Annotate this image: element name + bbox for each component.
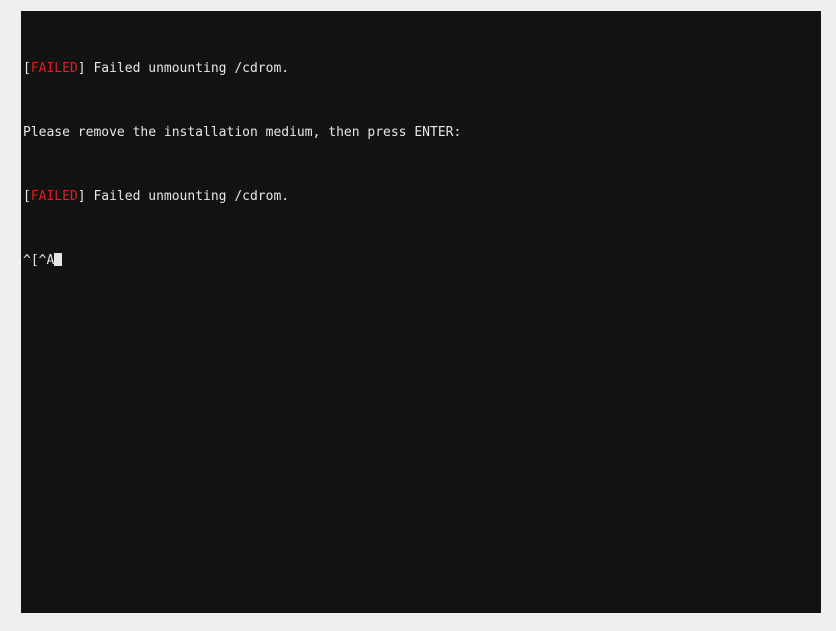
typed-control-sequence: ^[^A	[23, 253, 55, 268]
console-line-message: Failed unmounting /cdrom.	[85, 189, 290, 204]
terminal-window[interactable]: [FAILED] Failed unmounting /cdrom. Pleas…	[21, 11, 821, 613]
console-line-failed-2: [FAILED] Failed unmounting /cdrom.	[23, 189, 821, 205]
console-line-message: Failed unmounting /cdrom.	[85, 61, 290, 76]
prompt-message: Please remove the installation medium, t…	[23, 125, 462, 140]
status-bracket-open: [	[23, 189, 31, 204]
status-badge-failed: FAILED	[30, 61, 78, 76]
console-output: [FAILED] Failed unmounting /cdrom. Pleas…	[23, 13, 821, 317]
screen-root: [FAILED] Failed unmounting /cdrom. Pleas…	[0, 0, 836, 631]
console-line-failed-1: [FAILED] Failed unmounting /cdrom.	[23, 61, 821, 77]
console-line-prompt: Please remove the installation medium, t…	[23, 125, 821, 141]
status-badge-failed: FAILED	[30, 189, 78, 204]
status-bracket-close: ]	[77, 61, 86, 76]
status-bracket-open: [	[23, 61, 31, 76]
status-bracket-close: ]	[77, 189, 86, 204]
text-cursor	[54, 253, 63, 266]
console-line-input[interactable]: ^[^A	[23, 253, 821, 269]
